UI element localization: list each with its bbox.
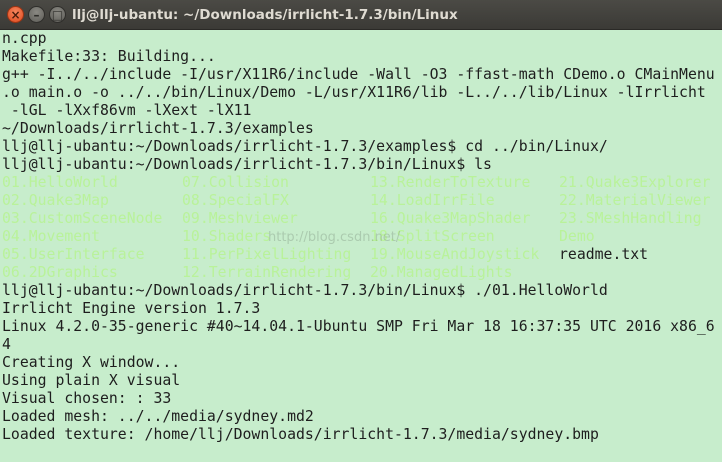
ls-entry: 16.Quake3MapShader xyxy=(370,210,531,227)
ls-entry: 11.PerPixelLighting xyxy=(182,246,352,263)
ls-entry: 19.MouseAndJoystick xyxy=(370,246,540,263)
output-line: Irrlicht Engine version 1.7.3 xyxy=(2,300,261,317)
ls-listing: 01.HelloWorld 07.Collision 13.RenderToTe… xyxy=(2,174,722,282)
ls-entry: 05.UserInterface xyxy=(2,246,145,263)
output-line: Using plain X visual xyxy=(2,372,181,389)
output-line: Makefile:33: Building... xyxy=(2,48,216,65)
output-line: ~/Downloads/irrlicht-1.7.3/examples xyxy=(2,120,314,137)
ls-entry: 03.CustomSceneNode xyxy=(2,210,163,227)
ls-entry: 10.Shaders xyxy=(182,228,272,245)
output-line: Linux 4.2.0-35-generic #40~14.04.1-Ubunt… xyxy=(2,318,715,335)
ls-entry-file: readme.txt xyxy=(559,246,649,263)
close-icon: × xyxy=(10,8,21,22)
ls-entry: 06.2DGraphics xyxy=(2,264,118,281)
ls-entry: 18.SplitScreen xyxy=(370,228,495,245)
ls-row: 05.UserInterface 11.PerPixelLighting 19.… xyxy=(2,246,722,264)
ls-row: 02.Quake3Map 08.SpecialFX 14.LoadIrrFile… xyxy=(2,192,722,210)
output-line: Loaded texture: /home/llj/Downloads/irrl… xyxy=(2,426,599,443)
ls-row: 01.HelloWorld 07.Collision 13.RenderToTe… xyxy=(2,174,722,192)
ls-entry: 20.ManagedLights xyxy=(370,264,513,281)
output-line: .o main.o -o ../../bin/Linux/Demo -L/usr… xyxy=(2,84,706,101)
terminal-output[interactable]: n.cpp Makefile:33: Building... g++ -I../… xyxy=(0,30,722,462)
output-line: -lGL -lXxf86vm -lXext -lX11 xyxy=(2,102,252,119)
output-line: llj@llj-ubantu:~/Downloads/irrlicht-1.7.… xyxy=(2,282,608,299)
ls-entry: 14.LoadIrrFile xyxy=(370,192,495,209)
output-line: 4 xyxy=(2,336,11,353)
maximize-icon: □ xyxy=(51,8,64,22)
ls-entry: 22.MaterialViewer xyxy=(559,192,711,209)
output-line: llj@llj-ubantu:~/Downloads/irrlicht-1.7.… xyxy=(2,138,608,155)
ls-entry: 12.TerrainRendering xyxy=(182,264,352,281)
ls-entry: 02.Quake3Map xyxy=(2,192,109,209)
output-line: Loaded mesh: ../../media/sydney.md2 xyxy=(2,408,314,425)
title-bar[interactable]: × – □ llj@llj-ubantu: ~/Downloads/irrlic… xyxy=(0,0,722,30)
ls-entry: 23.SMeshHandling xyxy=(559,210,702,227)
ls-row: 03.CustomSceneNode 09.Meshviewer 16.Quak… xyxy=(2,210,722,228)
ls-row: 06.2DGraphics 12.TerrainRendering 20.Man… xyxy=(2,264,722,282)
ls-row: 04.Movement 10.Shaders 18.SplitScreen De… xyxy=(2,228,722,246)
minimize-button[interactable]: – xyxy=(28,6,45,23)
output-line: g++ -I../../include -I/usr/X11R6/include… xyxy=(2,66,715,83)
output-line: llj@llj-ubantu:~/Downloads/irrlicht-1.7.… xyxy=(2,156,492,173)
close-button[interactable]: × xyxy=(7,6,24,23)
ls-entry: 04.Movement xyxy=(2,228,100,245)
output-line: Visual chosen: : 33 xyxy=(2,390,172,407)
ls-entry: 13.RenderToTexture xyxy=(370,174,531,191)
minimize-icon: – xyxy=(33,8,40,22)
ls-entry: 09.Meshviewer xyxy=(182,210,298,227)
ls-entry: Demo xyxy=(559,228,595,245)
window-title: llj@llj-ubantu: ~/Downloads/irrlicht-1.7… xyxy=(72,7,458,23)
ls-entry: 07.Collision xyxy=(182,174,289,191)
output-line: n.cpp xyxy=(2,30,47,47)
ls-entry: 08.SpecialFX xyxy=(182,192,289,209)
terminal-window: × – □ llj@llj-ubantu: ~/Downloads/irrlic… xyxy=(0,0,722,462)
output-line: Creating X window... xyxy=(2,354,181,371)
output-before-ls: n.cpp Makefile:33: Building... g++ -I../… xyxy=(2,30,722,174)
maximize-button[interactable]: □ xyxy=(49,6,66,23)
output-after-ls: llj@llj-ubantu:~/Downloads/irrlicht-1.7.… xyxy=(2,282,722,444)
ls-entry: 01.HelloWorld xyxy=(2,174,118,191)
ls-entry: 21.Quake3Explorer xyxy=(559,174,711,191)
